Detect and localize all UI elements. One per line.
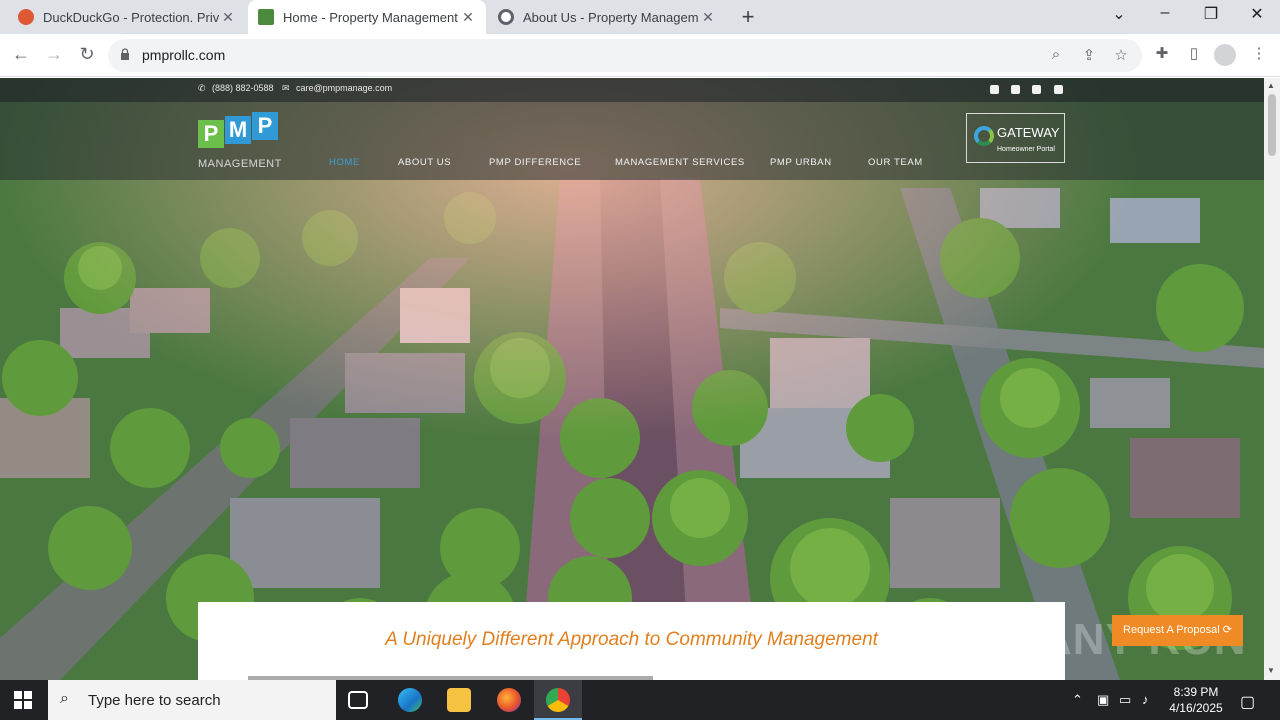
tab-title: About Us - Property Manageme bbox=[523, 9, 699, 25]
tab-title: Home - Property Management F bbox=[283, 9, 459, 25]
tray-overflow-icon[interactable]: ⌃ bbox=[1072, 692, 1083, 708]
clock-time: 8:39 PM bbox=[1173, 685, 1219, 699]
notifications-icon[interactable]: ▢ bbox=[1240, 692, 1255, 712]
ethernet-icon[interactable]: ▭ bbox=[1119, 692, 1131, 708]
new-tab-button[interactable]: + bbox=[737, 4, 759, 30]
url-text: pmprollc.com bbox=[142, 47, 226, 63]
forward-icon[interactable]: → bbox=[43, 44, 65, 65]
logo-letter-p: P bbox=[198, 120, 224, 148]
main-navbar: P M P MANAGEMENT HOME ABOUT US PMP DIFFE… bbox=[0, 102, 1264, 180]
phone-icon: ✆ bbox=[198, 83, 206, 93]
reload-icon[interactable]: ↻ bbox=[76, 44, 98, 65]
profile-avatar-icon[interactable] bbox=[1214, 44, 1236, 66]
close-window-icon[interactable]: ✕ bbox=[1246, 4, 1268, 24]
email-address[interactable]: care@pmpmanage.com bbox=[296, 83, 392, 93]
tab-title: DuckDuckGo - Protection. Privac bbox=[43, 9, 219, 25]
scrollbar-thumb[interactable] bbox=[1268, 94, 1276, 156]
chrome-icon[interactable] bbox=[546, 688, 570, 712]
nav-home[interactable]: HOME bbox=[329, 157, 360, 168]
tab-home[interactable]: Home - Property Management F ✕ bbox=[248, 0, 486, 34]
close-tab-icon[interactable]: ✕ bbox=[700, 9, 716, 26]
side-panel-icon[interactable]: ▯ bbox=[1183, 44, 1205, 62]
scroll-up-icon[interactable]: ▲ bbox=[1267, 81, 1275, 90]
address-bar[interactable]: pmprollc.com ⌕ ⇪ ☆ bbox=[108, 39, 1142, 72]
back-icon[interactable]: ← bbox=[10, 44, 32, 65]
logo-subtitle: MANAGEMENT bbox=[198, 158, 282, 170]
gateway-subtitle: Homeowner Portal bbox=[997, 146, 1055, 153]
email-icon: ✉ bbox=[282, 83, 290, 93]
menu-kebab-icon[interactable]: ⋮ bbox=[1248, 44, 1270, 62]
browser-toolbar: ← → ↻ pmprollc.com ⌕ ⇪ ☆ bbox=[0, 34, 1280, 77]
tab-search-icon[interactable]: ⌄ bbox=[1108, 4, 1130, 24]
tagline-card: A Uniquely Different Approach to Communi… bbox=[198, 602, 1065, 680]
close-tab-icon[interactable]: ✕ bbox=[220, 9, 236, 26]
minimize-icon[interactable]: – bbox=[1154, 4, 1176, 22]
share-icon[interactable]: ⇪ bbox=[1079, 46, 1099, 64]
browser-tab-strip: DuckDuckGo - Protection. Privac ✕ Home -… bbox=[0, 0, 1280, 34]
gateway-portal-button[interactable]: GATEWAY Homeowner Portal bbox=[966, 113, 1065, 163]
tab-duckduckgo[interactable]: DuckDuckGo - Protection. Privac ✕ bbox=[8, 0, 246, 34]
search-icon: ⌕ bbox=[60, 690, 69, 707]
page-scrollbar[interactable]: ▲ ▼ bbox=[1264, 78, 1280, 680]
twitter-icon[interactable] bbox=[990, 85, 999, 94]
tab-about-us[interactable]: About Us - Property Manageme ✕ bbox=[488, 0, 726, 34]
bookmark-star-icon[interactable]: ☆ bbox=[1111, 46, 1131, 64]
edge-browser-icon[interactable] bbox=[398, 688, 422, 712]
facebook-icon[interactable] bbox=[1032, 85, 1041, 94]
nav-about-us[interactable]: ABOUT US bbox=[398, 157, 451, 168]
zoom-icon[interactable]: ⌕ bbox=[1046, 46, 1066, 63]
site-favicon-icon bbox=[258, 9, 274, 25]
nav-our-team[interactable]: OUR TEAM bbox=[868, 157, 923, 168]
taskbar-search-placeholder: Type here to search bbox=[88, 692, 221, 709]
task-view-icon[interactable] bbox=[348, 691, 368, 709]
logo-letter-p2: P bbox=[252, 112, 278, 140]
pmp-logo[interactable]: P M P MANAGEMENT bbox=[198, 112, 282, 172]
windows-taskbar: ⌕ Type here to search ⌃ ▣ ▭ ♪ 8:39 PM 4/… bbox=[0, 680, 1280, 720]
gateway-logo-icon bbox=[974, 126, 994, 146]
nav-pmp-difference[interactable]: PMP DIFFERENCE bbox=[489, 157, 581, 168]
nav-pmp-urban[interactable]: PMP URBAN bbox=[770, 157, 832, 168]
loading-favicon-icon bbox=[498, 9, 514, 25]
logo-letter-m: M bbox=[225, 116, 251, 144]
file-explorer-icon[interactable] bbox=[447, 688, 471, 712]
gateway-title: GATEWAY bbox=[997, 125, 1060, 140]
tagline-heading: A Uniquely Different Approach to Communi… bbox=[385, 629, 878, 650]
request-proposal-button[interactable]: Request A Proposal ⟳ bbox=[1112, 615, 1243, 646]
phone-number[interactable]: (888) 882-0588 bbox=[212, 83, 274, 93]
network-status-icon[interactable]: ▣ bbox=[1097, 692, 1109, 708]
extensions-icon[interactable]: ✚ bbox=[1151, 44, 1173, 62]
lock-icon bbox=[121, 48, 129, 60]
firefox-icon[interactable] bbox=[497, 688, 521, 712]
web-page: ✆ (888) 882-0588 ✉ care@pmpmanage.com P … bbox=[0, 78, 1264, 680]
scroll-down-icon[interactable]: ▼ bbox=[1267, 666, 1275, 675]
instagram-icon[interactable] bbox=[1011, 85, 1020, 94]
duckduckgo-favicon-icon bbox=[18, 9, 34, 25]
contact-bar: ✆ (888) 882-0588 ✉ care@pmpmanage.com bbox=[0, 78, 1264, 102]
windows-start-icon[interactable] bbox=[14, 691, 32, 709]
restore-icon[interactable]: ❐ bbox=[1200, 4, 1222, 24]
volume-icon[interactable]: ♪ bbox=[1142, 692, 1149, 707]
taskbar-search-box[interactable]: ⌕ Type here to search bbox=[48, 680, 336, 720]
taskbar-clock[interactable]: 8:39 PM 4/16/2025 bbox=[1156, 684, 1236, 716]
nav-management-services[interactable]: MANAGEMENT SERVICES bbox=[615, 157, 745, 168]
close-tab-icon[interactable]: ✕ bbox=[460, 9, 476, 26]
clock-date: 4/16/2025 bbox=[1169, 701, 1223, 715]
linkedin-icon[interactable] bbox=[1054, 85, 1063, 94]
